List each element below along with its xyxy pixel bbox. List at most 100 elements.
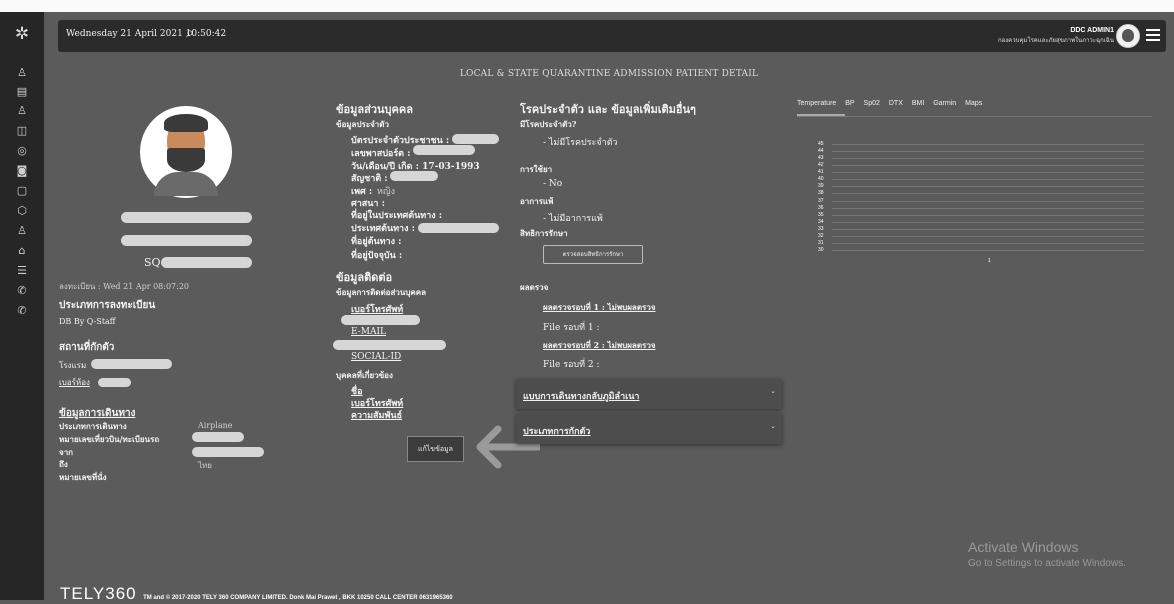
check-rights-button[interactable]: ตรวจสอบสิทธิการรักษา [543, 245, 643, 264]
y-gridline [832, 144, 1144, 145]
y-gridline [832, 250, 1144, 251]
redacted-room-bar [98, 378, 131, 387]
related-relation-link[interactable]: ความสัมพันธ์ [351, 408, 402, 422]
footer-logo: TELY360 [60, 584, 137, 603]
cube-icon[interactable]: ⬡ [14, 203, 30, 219]
accordion-quarantine-type[interactable]: ประเภทการกักตัว ⌄ [516, 414, 782, 444]
header-datetime: Wednesday 21 April 2021 10:50:42 [66, 29, 227, 39]
result-round2[interactable]: ผลตรวจรอบที่ 2 : ไม่พบผลตรวจ [543, 339, 656, 352]
redacted-name-bar [121, 212, 252, 223]
room-label[interactable]: เบอร์ห้อง [59, 376, 90, 389]
tab-divider [797, 116, 1152, 117]
camera-icon[interactable]: ◙ [14, 163, 30, 179]
tab-temperature[interactable]: Temperature [797, 100, 836, 107]
clipboard-icon[interactable]: ▢ [14, 183, 30, 199]
redacted-id-card-bar [452, 134, 499, 144]
users-icon[interactable]: ♙ [14, 103, 30, 119]
location-icon[interactable]: ◎ [14, 143, 30, 159]
y-tick-label: 45 [818, 141, 824, 147]
y-tick-label: 42 [818, 162, 824, 169]
y-tick-label: 43 [818, 155, 824, 162]
related-sub: บุคคลที่เกี่ยวข้อง [336, 370, 393, 380]
disease-question: มีโรคประจำตัว? [520, 119, 577, 129]
menu-icon[interactable] [1146, 29, 1160, 41]
home-icon[interactable]: ⌂ [14, 243, 30, 259]
footer: TELY360 TM and © 2017-2020 TELY 360 COMP… [60, 584, 453, 604]
travel-type-label: ประเภทการเดินทาง [59, 421, 127, 431]
browser-top-strip [0, 0, 1174, 12]
y-gridline [832, 235, 1144, 237]
user-icon[interactable]: ♙ [14, 223, 30, 239]
y-tick-label: 41 [818, 169, 824, 176]
y-gridline [832, 151, 1144, 153]
redacted-country-bar [418, 223, 499, 233]
y-gridline [832, 200, 1144, 202]
tab-maps[interactable]: Maps [965, 100, 982, 107]
result-round1[interactable]: ผลตรวจรอบที่ 1 : ไม่พบผลตรวจ [543, 301, 656, 314]
redacted-from-bar [192, 447, 264, 457]
redacted-name-bar [121, 235, 252, 246]
social-id-link[interactable]: SOCIAL-ID [351, 352, 401, 362]
to-value: ไทย [198, 461, 212, 470]
accordion-return-travel-label: แบบการเดินทางกลับภูมิลำเนา [523, 392, 640, 402]
phone-icon[interactable]: ✆ [14, 283, 30, 299]
watermark-subtitle: Go to Settings to activate Windows. [968, 558, 1126, 569]
accordion-return-travel[interactable]: แบบการเดินทางกลับภูมิลำเนา ⌄ [516, 379, 782, 409]
contact-sub: ข้อมูลการติดต่อส่วนบุคคล [336, 287, 426, 297]
medicine-question: การใช้ยา [520, 164, 553, 174]
y-gridline [832, 214, 1144, 216]
tab-spo2[interactable]: Sp02 [864, 100, 880, 107]
phone-call-icon[interactable]: ✆ [14, 303, 30, 319]
tab-garmin[interactable]: Garmin [933, 100, 956, 107]
personal-sub: ข้อมูลประจำตัว [336, 119, 389, 129]
edit-info-button[interactable]: แก้ไขข้อมูล [407, 436, 464, 462]
y-tick-label: 40 [818, 176, 824, 183]
user-name: DDC ADMIN1 [1070, 27, 1114, 34]
watermark-title: Activate Windows [968, 539, 1079, 555]
tab-bp[interactable]: BP [845, 100, 854, 107]
phone-link[interactable]: เบอร์โทรศัพท์ [351, 302, 403, 316]
y-tick-label: 44 [818, 148, 824, 155]
seat-label: หมายเลขที่นั่ง [59, 472, 107, 482]
allergy-answer: - ไม่มีอาการแพ้ [543, 214, 603, 224]
nationality-label: สัญชาติ : [351, 174, 388, 184]
disease-answer: - ไม่มีโรคประจำตัว [543, 138, 618, 148]
accordion-quarantine-type-label: ประเภทการกักตัว [523, 427, 591, 437]
y-tick-label: 33 [818, 225, 824, 232]
email-link[interactable]: E-MAIL [351, 327, 386, 337]
travel-heading: ข้อมูลการเดินทาง [59, 408, 136, 419]
y-gridline [832, 221, 1144, 223]
y-gridline [832, 242, 1144, 244]
passport-label: เลขพาสปอร์ต : [351, 149, 411, 159]
y-gridline [832, 186, 1144, 188]
y-gridline [832, 228, 1144, 230]
map-icon[interactable]: ◫ [14, 123, 30, 139]
logo-icon[interactable]: ✲ [12, 24, 32, 44]
tab-dtx[interactable]: DTX [889, 100, 903, 107]
hotel-label: โรงแรม [59, 361, 87, 370]
user-info: DDC ADMIN1 กองควบคุมโรคและภัยสุขภาพในภาว… [998, 27, 1114, 45]
travel-type-value: Airplane [198, 421, 233, 430]
medical-heading: โรคประจำตัว และ ข้อมูลเพิ่มเติมอื่นๆ [520, 103, 696, 116]
medicine-answer: - No [543, 179, 563, 189]
avatar[interactable] [1116, 24, 1140, 48]
contact-heading: ข้อมูลติดต่อ [336, 271, 393, 284]
page-title: LOCAL & STATE QUARANTINE ADMISSION PATIE… [459, 69, 759, 79]
user-org: กองควบคุมโรคและภัยสุขภาพในภาวะฉุกเฉิน [998, 38, 1114, 44]
y-tick-label: 39 [818, 183, 824, 190]
rights-question: สิทธิการรักษา [520, 228, 568, 238]
document-icon[interactable]: ▤ [14, 84, 30, 100]
y-tick-label: 38 [818, 190, 824, 197]
redacted-id-bar [161, 257, 252, 268]
tab-bmi[interactable]: BMI [912, 100, 924, 107]
x-tick-label: 1 [988, 258, 991, 264]
current-address-label: ที่อยู่ปัจจุบัน : [351, 251, 403, 261]
y-gridline [832, 158, 1144, 160]
redacted-flight-bar [192, 432, 244, 442]
search-icon[interactable]: ⌕ [186, 25, 194, 41]
origin-address-label: ที่อยู่ในประเทศต้นทาง : [351, 211, 443, 221]
y-tick-label: 36 [818, 204, 824, 211]
server-icon[interactable]: ☰ [14, 263, 30, 279]
vitals-tabs: Temperature BP Sp02 DTX BMI Garmin Maps [797, 100, 989, 107]
personal-heading: ข้อมูลส่วนบุคคล [336, 103, 413, 116]
